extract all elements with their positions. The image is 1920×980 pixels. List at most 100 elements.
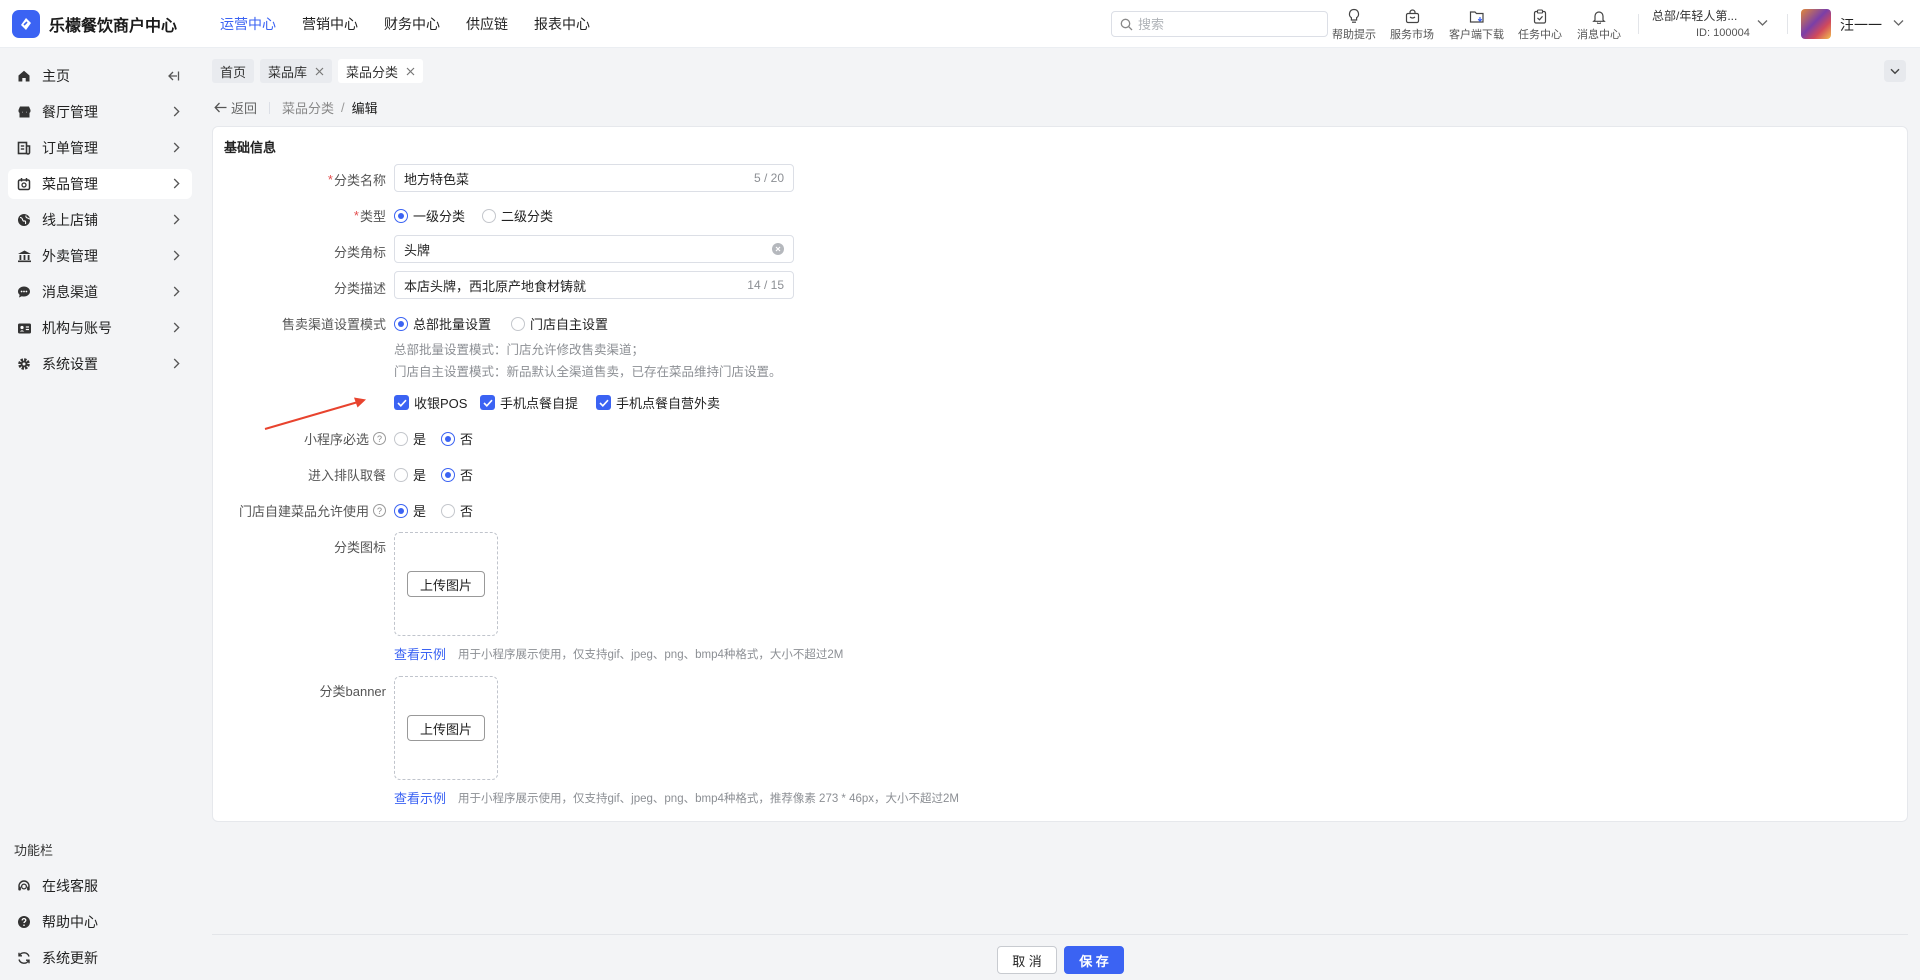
breadcrumb-parent[interactable]: 菜品分类 <box>282 98 334 117</box>
function-item-online-support[interactable]: 在线客服 <box>8 871 192 901</box>
checkbox-checked-icon[interactable] <box>596 395 611 410</box>
tool-label: 帮助提示 <box>1332 29 1376 41</box>
mini-required-no[interactable]: 否 <box>441 429 473 448</box>
icon-upload-area[interactable]: 上传图片 <box>394 532 498 636</box>
toolbar-divider <box>1638 14 1639 34</box>
back-label: 返回 <box>231 101 258 116</box>
tool-label: 消息中心 <box>1577 29 1621 41</box>
tool-service-market[interactable]: 服务市场 <box>1390 6 1434 42</box>
avatar[interactable] <box>1801 9 1831 39</box>
tabs-collapse-button[interactable] <box>1884 60 1906 82</box>
char-count: 5 / 20 <box>753 171 784 185</box>
type-option-level2[interactable]: 二级分类 <box>482 206 553 225</box>
top-nav-reports[interactable]: 报表中心 <box>534 14 590 34</box>
store-id: ID: 100004 <box>1696 27 1750 39</box>
queue-no[interactable]: 否 <box>441 465 473 484</box>
upload-image-button[interactable]: 上传图片 <box>406 715 485 741</box>
function-item-help-center[interactable]: 帮助中心 <box>8 907 192 937</box>
sidebar-item-org-accounts[interactable]: 机构与账号 <box>8 313 192 343</box>
sidebar-item-label: 订单管理 <box>42 140 98 156</box>
footer-divider <box>212 934 1908 935</box>
function-section-title: 功能栏 <box>14 843 54 858</box>
tab-dish-category[interactable]: 菜品分类 <box>338 59 424 83</box>
badge-field[interactable] <box>394 235 794 263</box>
radio-selected[interactable] <box>394 208 408 223</box>
top-nav-marketing[interactable]: 营销中心 <box>302 14 358 34</box>
help-circle-icon[interactable]: ? <box>373 504 386 517</box>
banner-upload-area[interactable]: 上传图片 <box>394 676 498 780</box>
search-box[interactable] <box>1111 11 1328 37</box>
radio-unselected[interactable] <box>482 208 496 223</box>
sidebar-item-restaurant[interactable]: 餐厅管理 <box>8 97 192 127</box>
description-input[interactable] <box>404 277 748 293</box>
toolbar-divider <box>1787 14 1788 34</box>
radio-selected[interactable] <box>441 467 455 482</box>
radio-unselected[interactable] <box>394 467 408 482</box>
chevron-down-icon[interactable] <box>1757 19 1768 27</box>
channel-self-pickup-checkbox[interactable]: 手机点餐自提 <box>480 393 578 412</box>
sidebar-item-delivery[interactable]: 外卖管理 <box>8 241 192 271</box>
tab-home[interactable]: 首页 <box>212 59 255 83</box>
store-switcher[interactable]: 总部/年轻人第... ID: 100004 <box>1652 7 1750 39</box>
save-button[interactable]: 保 存 <box>1064 946 1124 974</box>
sidebar-item-dishes[interactable]: 菜品管理 <box>8 169 192 199</box>
chevron-right-icon <box>173 106 180 117</box>
sidebar-item-message-channel[interactable]: 消息渠道 <box>8 277 192 307</box>
badge-input[interactable] <box>404 241 772 257</box>
user-name[interactable]: 汪一一 <box>1840 15 1882 35</box>
view-example-link[interactable]: 查看示例 <box>394 788 446 807</box>
sidebar-item-orders[interactable]: 订单管理 <box>8 133 192 163</box>
store-allow-yes[interactable]: 是 <box>394 501 426 520</box>
search-icon <box>1120 18 1133 30</box>
cancel-button[interactable]: 取 消 <box>997 946 1057 974</box>
channel-mode-hq[interactable]: 总部批量设置 <box>394 314 491 333</box>
tab-dish-library[interactable]: 菜品库 <box>260 59 333 83</box>
tool-task-center[interactable]: 任务中心 <box>1518 6 1562 42</box>
mini-required-yes[interactable]: 是 <box>394 429 426 448</box>
type-option-level1[interactable]: 一级分类 <box>394 206 465 225</box>
radio-selected[interactable] <box>394 316 408 331</box>
upload-note: 用于小程序展示使用，仅支持gif、jpeg、png、bmp4种格式，大小不超过2… <box>458 648 844 661</box>
checkbox-checked-icon[interactable] <box>394 395 409 410</box>
description-field[interactable]: 14 / 15 <box>394 271 794 299</box>
back-button[interactable]: 返回 <box>214 98 257 117</box>
view-example-link[interactable]: 查看示例 <box>394 644 446 663</box>
radio-selected[interactable] <box>441 431 455 446</box>
channel-pos-checkbox[interactable]: 收银POS <box>394 393 467 412</box>
queue-yes[interactable]: 是 <box>394 465 426 484</box>
badge-label: 分类角标 <box>333 245 386 260</box>
tool-help-tips[interactable]: 帮助提示 <box>1332 6 1376 42</box>
sidebar-item-label: 菜品管理 <box>42 176 98 192</box>
collapse-sidebar-icon[interactable] <box>166 69 180 83</box>
tab-bar: 首页 菜品库 菜品分类 <box>212 59 429 83</box>
sidebar-item-system-settings[interactable]: 系统设置 <box>8 349 192 379</box>
sidebar-item-home[interactable]: 主页 <box>8 61 192 91</box>
category-name-input[interactable] <box>404 170 754 186</box>
function-item-system-update[interactable]: 系统更新 <box>8 943 192 973</box>
app-logo[interactable]: 乐檬餐饮商户中心 <box>0 9 212 38</box>
checkbox-checked-icon[interactable] <box>480 395 495 410</box>
help-circle-icon[interactable]: ? <box>373 432 386 445</box>
sidebar-item-online-store[interactable]: 线上店铺 <box>8 205 192 235</box>
tool-message-center[interactable]: 消息中心 <box>1577 6 1621 42</box>
channel-self-delivery-checkbox[interactable]: 手机点餐自营外卖 <box>596 393 720 412</box>
radio-selected[interactable] <box>394 503 408 518</box>
top-nav-operations[interactable]: 运营中心 <box>220 14 276 34</box>
channel-mode-store[interactable]: 门店自主设置 <box>511 314 608 333</box>
search-input[interactable] <box>1138 16 1318 32</box>
tool-client-download[interactable]: 客户端下载 <box>1449 6 1504 42</box>
store-allow-no[interactable]: 否 <box>441 501 473 520</box>
category-name-field[interactable]: 5 / 20 <box>394 164 794 192</box>
arrow-left-icon <box>214 102 227 113</box>
top-nav-finance[interactable]: 财务中心 <box>384 14 440 34</box>
radio-unselected[interactable] <box>441 503 455 518</box>
chevron-down-icon[interactable] <box>1893 19 1904 27</box>
upload-image-button[interactable]: 上传图片 <box>406 571 485 597</box>
clear-icon[interactable] <box>772 243 784 255</box>
radio-unselected[interactable] <box>394 431 408 446</box>
close-icon[interactable] <box>315 67 324 76</box>
radio-unselected[interactable] <box>511 316 525 331</box>
close-icon[interactable] <box>406 67 415 76</box>
top-nav-supply-chain[interactable]: 供应链 <box>466 14 508 34</box>
sidebar-item-label: 在线客服 <box>42 878 98 894</box>
